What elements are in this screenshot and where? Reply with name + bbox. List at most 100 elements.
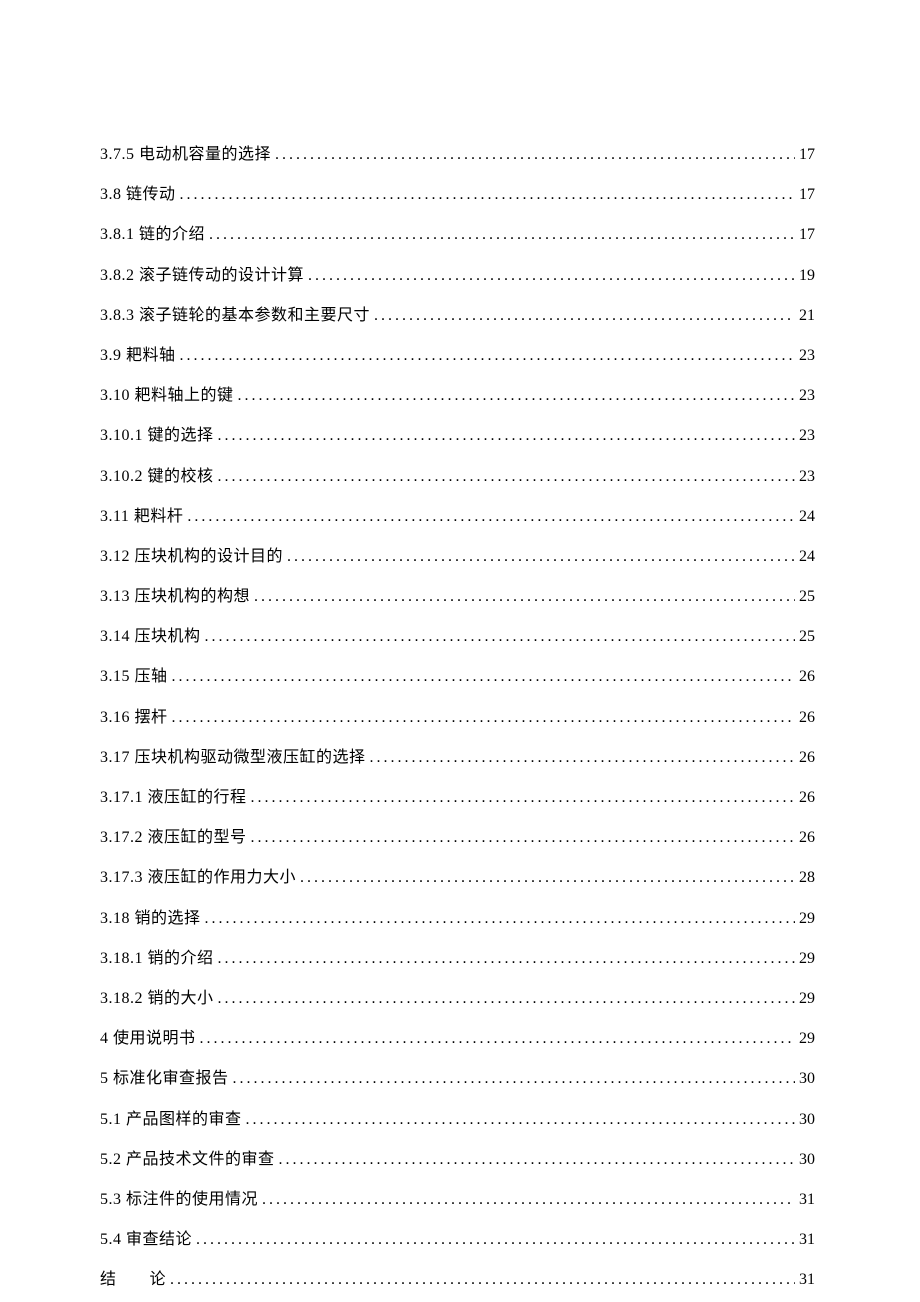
toc-entry: 3.10 耙料轴上的键 23 — [100, 386, 815, 405]
toc-label: 结 论 — [100, 1270, 166, 1289]
toc-entry: 3.8.3 滚子链轮的基本参数和主要尺寸21 — [100, 306, 815, 325]
toc-page-number: 26 — [799, 788, 815, 807]
toc-leader-dots — [233, 1069, 795, 1088]
toc-entry: 5.2 产品技术文件的审查30 — [100, 1150, 815, 1169]
toc-leader-dots — [300, 868, 795, 887]
toc-leader-dots — [374, 306, 795, 325]
toc-leader-dots — [180, 346, 795, 365]
toc-entry: 3.15 压轴 26 — [100, 667, 815, 686]
toc-label: 3.10.2 键的校核 — [100, 467, 214, 486]
toc-entry: 3.18 销的选择29 — [100, 909, 815, 928]
toc-entry: 5.1 产品图样的审查 30 — [100, 1110, 815, 1129]
toc-label: 3.8 链传动 — [100, 185, 176, 204]
toc-entry: 3.17.3 液压缸的作用力大小 28 — [100, 868, 815, 887]
toc-leader-dots — [187, 507, 795, 526]
toc-entry: 4 使用说明书 29 — [100, 1029, 815, 1048]
toc-entry: 结 论 31 — [100, 1270, 815, 1289]
toc-entry: 3.8.2 滚子链传动的设计计算 19 — [100, 266, 815, 285]
toc-label: 3.18 销的选择 — [100, 909, 201, 928]
toc-leader-dots — [209, 225, 795, 244]
toc-leader-dots — [218, 989, 795, 1008]
toc-entry: 3.17.2 液压缸的型号 26 — [100, 828, 815, 847]
toc-label: 3.13 压块机构的构想 — [100, 587, 250, 606]
table-of-contents: 3.7.5 电动机容量的选择173.8 链传动173.8.1 链的介绍173.8… — [100, 145, 815, 1289]
toc-page-number: 25 — [799, 627, 815, 646]
toc-entry: 3.17.1 液压缸的行程 26 — [100, 788, 815, 807]
toc-label: 3.11 耙料杆 — [100, 507, 183, 526]
toc-label: 3.7.5 电动机容量的选择 — [100, 145, 271, 164]
toc-page-number: 17 — [799, 145, 815, 164]
toc-entry: 3.8.1 链的介绍 17 — [100, 225, 815, 244]
toc-page-number: 30 — [799, 1110, 815, 1129]
toc-page-number: 28 — [799, 868, 815, 887]
toc-leader-dots — [200, 1029, 795, 1048]
toc-leader-dots — [279, 1150, 795, 1169]
document-page: 3.7.5 电动机容量的选择173.8 链传动173.8.1 链的介绍173.8… — [0, 0, 920, 1302]
toc-entry: 3.10.2 键的校核 23 — [100, 467, 815, 486]
toc-page-number: 23 — [799, 467, 815, 486]
toc-label: 3.18.1 销的介绍 — [100, 949, 214, 968]
toc-label: 3.10.1 键的选择 — [100, 426, 214, 445]
toc-entry: 3.11 耙料杆 24 — [100, 507, 815, 526]
toc-label: 3.17 压块机构驱动微型液压缸的选择 — [100, 748, 366, 767]
toc-page-number: 26 — [799, 667, 815, 686]
toc-entry: 3.7.5 电动机容量的选择 17 — [100, 145, 815, 164]
toc-entry: 5.3 标注件的使用情况 31 — [100, 1190, 815, 1209]
toc-label: 3.14 压块机构 — [100, 627, 201, 646]
toc-label: 3.12 压块机构的设计目的 — [100, 547, 283, 566]
toc-page-number: 31 — [799, 1270, 815, 1289]
toc-leader-dots — [170, 1270, 795, 1289]
toc-page-number: 31 — [799, 1230, 815, 1249]
toc-page-number: 23 — [799, 426, 815, 445]
toc-leader-dots — [246, 1110, 795, 1129]
toc-label: 3.8.1 链的介绍 — [100, 225, 205, 244]
toc-label: 3.17.2 液压缸的型号 — [100, 828, 247, 847]
toc-page-number: 31 — [799, 1190, 815, 1209]
toc-entry: 3.13 压块机构的构想25 — [100, 587, 815, 606]
toc-label: 3.17.3 液压缸的作用力大小 — [100, 868, 296, 887]
toc-page-number: 30 — [799, 1069, 815, 1088]
toc-leader-dots — [205, 909, 795, 928]
toc-leader-dots — [172, 667, 795, 686]
toc-page-number: 23 — [799, 386, 815, 405]
toc-entry: 3.12 压块机构的设计目的24 — [100, 547, 815, 566]
toc-leader-dots — [251, 828, 795, 847]
toc-leader-dots — [172, 708, 795, 727]
toc-label: 5.3 标注件的使用情况 — [100, 1190, 258, 1209]
toc-leader-dots — [218, 426, 795, 445]
toc-entry: 3.18.2 销的大小29 — [100, 989, 815, 1008]
toc-entry: 3.8 链传动17 — [100, 185, 815, 204]
toc-page-number: 23 — [799, 346, 815, 365]
toc-label: 5.1 产品图样的审查 — [100, 1110, 242, 1129]
toc-page-number: 30 — [799, 1150, 815, 1169]
toc-label: 3.10 耙料轴上的键 — [100, 386, 234, 405]
toc-label: 3.16 摆杆 — [100, 708, 168, 727]
toc-page-number: 29 — [799, 989, 815, 1008]
toc-label: 5 标准化审查报告 — [100, 1069, 229, 1088]
toc-page-number: 29 — [799, 949, 815, 968]
toc-label: 3.15 压轴 — [100, 667, 168, 686]
toc-entry: 3.18.1 销的介绍 29 — [100, 949, 815, 968]
toc-entry: 3.14 压块机构 25 — [100, 627, 815, 646]
toc-label: 3.8.2 滚子链传动的设计计算 — [100, 266, 304, 285]
toc-page-number: 24 — [799, 507, 815, 526]
toc-entry: 3.16 摆杆26 — [100, 708, 815, 727]
toc-page-number: 29 — [799, 1029, 815, 1048]
toc-label: 4 使用说明书 — [100, 1029, 196, 1048]
toc-entry: 5.4 审查结论31 — [100, 1230, 815, 1249]
toc-leader-dots — [254, 587, 795, 606]
toc-leader-dots — [218, 949, 795, 968]
toc-leader-dots — [262, 1190, 795, 1209]
toc-leader-dots — [275, 145, 795, 164]
toc-page-number: 26 — [799, 828, 815, 847]
toc-leader-dots — [287, 547, 795, 566]
toc-leader-dots — [205, 627, 795, 646]
toc-page-number: 17 — [799, 225, 815, 244]
toc-entry: 3.17 压块机构驱动微型液压缸的选择26 — [100, 748, 815, 767]
toc-entry: 3.10.1 键的选择 23 — [100, 426, 815, 445]
toc-leader-dots — [251, 788, 795, 807]
toc-page-number: 19 — [799, 266, 815, 285]
toc-label: 3.17.1 液压缸的行程 — [100, 788, 247, 807]
toc-leader-dots — [180, 185, 795, 204]
toc-leader-dots — [308, 266, 795, 285]
